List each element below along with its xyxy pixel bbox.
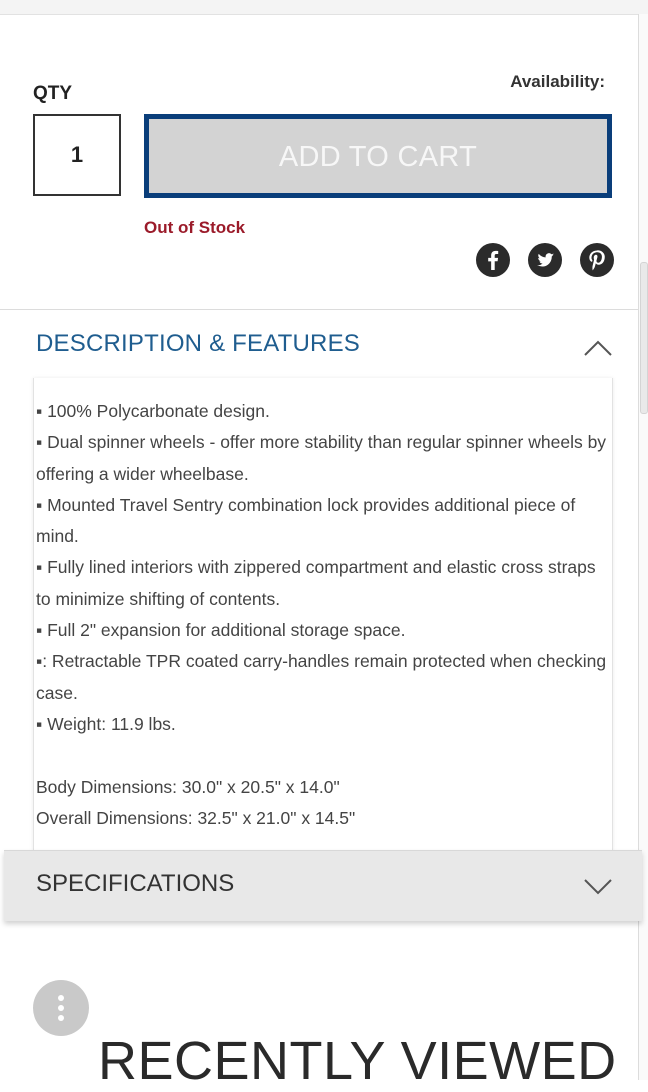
overall-dimensions: Overall Dimensions: 32.5" x 21.0" x 14.5… — [36, 808, 356, 829]
list-item: ▪ Weight: 11.9 lbs. — [36, 713, 176, 734]
list-item: ▪ Dual spinner wheels - offer more stabi… — [36, 432, 607, 484]
more-options-button[interactable] — [33, 980, 89, 1036]
section-divider — [0, 309, 638, 310]
scrollbar-thumb[interactable] — [640, 262, 648, 414]
facebook-icon[interactable] — [476, 243, 510, 277]
availability-label: Availability: — [510, 72, 605, 91]
chevron-up-icon[interactable] — [583, 339, 613, 357]
list-item: ▪: Retractable TPR coated carry-handles … — [36, 651, 607, 703]
qty-label: QTY — [33, 83, 73, 104]
feature-list: ▪ 100% Polycarbonate design. ▪ Dual spin… — [36, 396, 608, 740]
qty-input[interactable]: 1 — [33, 114, 121, 196]
list-item: ▪ Fully lined interiors with zippered co… — [36, 557, 596, 609]
description-features-header[interactable]: DESCRIPTION & FEATURES — [36, 330, 360, 358]
twitter-icon[interactable] — [528, 243, 562, 277]
chevron-down-icon[interactable] — [583, 878, 613, 896]
social-share — [476, 242, 614, 278]
add-to-cart-button[interactable]: ADD TO CART — [144, 114, 612, 198]
more-vertical-icon — [58, 995, 64, 1001]
list-item: ▪ Mounted Travel Sentry combination lock… — [36, 494, 576, 547]
body-dimensions: Body Dimensions: 30.0" x 20.5" x 14.0" — [36, 777, 340, 797]
top-bar — [0, 0, 648, 15]
stock-status: Out of Stock — [144, 218, 246, 237]
more-vertical-icon-dot — [58, 1005, 64, 1011]
specifications-header[interactable]: SPECIFICATIONS — [36, 870, 234, 898]
pinterest-icon[interactable] — [580, 243, 614, 277]
list-item: ▪ 100% Polycarbonate design. — [36, 401, 270, 421]
list-item: ▪ Full 2" expansion for additional stora… — [36, 620, 406, 641]
recently-viewed-heading: RECENTLY VIEWED — [98, 1031, 617, 1091]
more-vertical-icon-dot — [58, 1015, 64, 1021]
dimensions-block: Body Dimensions: 30.0" x 20.5" x 14.0" O… — [36, 772, 608, 835]
